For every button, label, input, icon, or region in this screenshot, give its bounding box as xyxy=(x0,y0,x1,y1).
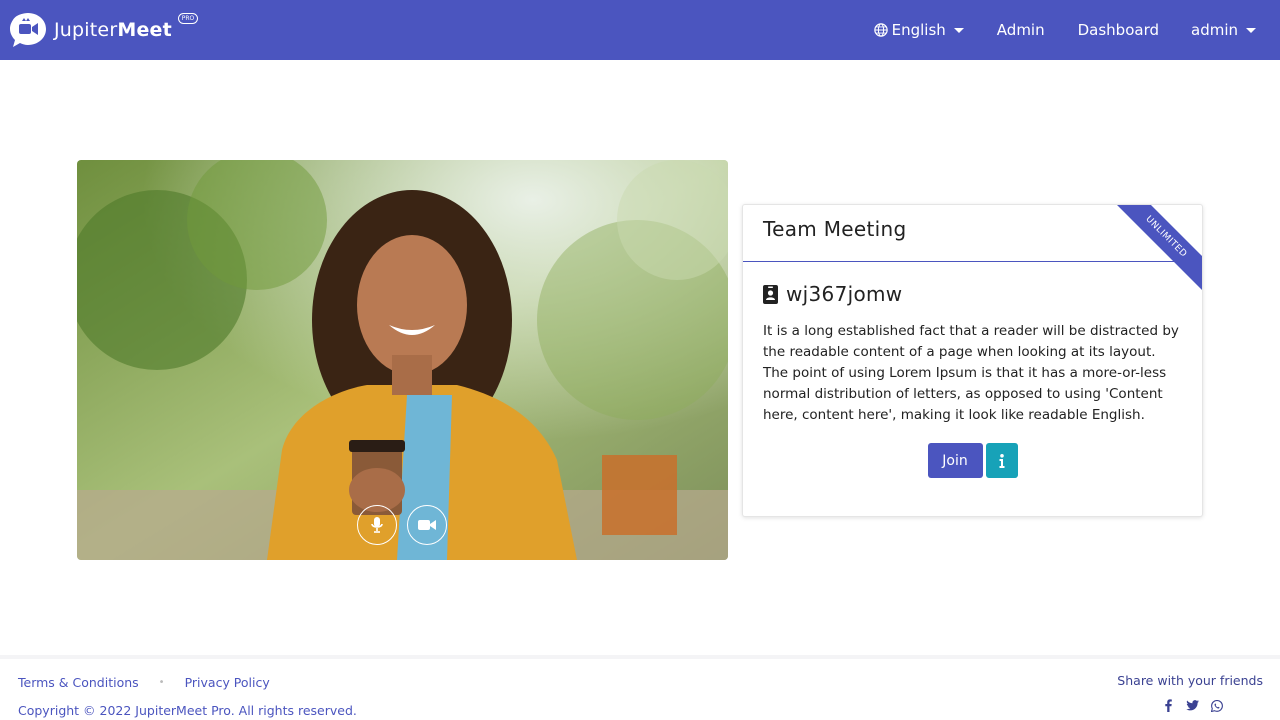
footer-links: Terms & Conditions • Privacy Policy xyxy=(18,675,270,690)
meeting-title: Team Meeting xyxy=(763,217,907,241)
user-label: admin xyxy=(1191,21,1238,39)
id-badge-icon xyxy=(763,284,778,304)
caret-down-icon xyxy=(1246,27,1256,33)
video-camera-icon xyxy=(418,520,436,530)
join-button[interactable]: Join xyxy=(927,443,983,478)
meeting-card: Team Meeting UNLIMITED wj367jomw It is a… xyxy=(742,204,1203,517)
meeting-id-row: wj367jomw xyxy=(763,282,1182,306)
copyright-text: Copyright © 2022 JupiterMeet Pro. All ri… xyxy=(18,703,357,718)
brand-name: JupiterMeet xyxy=(54,19,172,41)
whatsapp-icon[interactable] xyxy=(1210,699,1223,712)
meeting-description: It is a long established fact that a rea… xyxy=(763,323,1179,423)
camera-toggle-button[interactable] xyxy=(407,505,447,545)
facebook-icon[interactable] xyxy=(1162,699,1175,712)
dashboard-link[interactable]: Dashboard xyxy=(1078,21,1159,39)
info-icon xyxy=(999,453,1004,468)
microphone-icon xyxy=(371,517,383,533)
video-preview xyxy=(77,160,728,560)
privacy-link[interactable]: Privacy Policy xyxy=(185,675,270,690)
brand-link[interactable]: JupiterMeet PRO xyxy=(8,10,198,50)
meeting-card-body: wj367jomw It is a long established fact … xyxy=(743,262,1202,498)
caret-down-icon xyxy=(953,27,964,33)
microphone-toggle-button[interactable] xyxy=(357,505,397,545)
top-navbar: JupiterMeet PRO English Admin Dashboard … xyxy=(0,0,1280,60)
brand-pro-badge: PRO xyxy=(178,13,198,24)
language-label: English xyxy=(891,21,946,39)
admin-link[interactable]: Admin xyxy=(997,21,1045,39)
twitter-icon[interactable] xyxy=(1186,699,1199,712)
nav-menu: English Admin Dashboard admin xyxy=(873,0,1256,60)
terms-link[interactable]: Terms & Conditions xyxy=(18,675,139,690)
footer: Terms & Conditions • Privacy Policy Copy… xyxy=(0,655,1280,720)
info-button[interactable] xyxy=(985,443,1018,478)
social-links xyxy=(1151,699,1223,712)
meeting-actions: Join xyxy=(763,443,1182,478)
logo-icon xyxy=(8,10,48,50)
camera-preview-image xyxy=(77,160,728,560)
meeting-id: wj367jomw xyxy=(786,282,903,306)
footer-separator: • xyxy=(158,677,165,688)
user-dropdown[interactable]: admin xyxy=(1191,21,1256,39)
share-heading: Share with your friends xyxy=(1117,673,1263,688)
language-dropdown[interactable]: English xyxy=(873,21,964,39)
globe-icon xyxy=(873,23,888,37)
